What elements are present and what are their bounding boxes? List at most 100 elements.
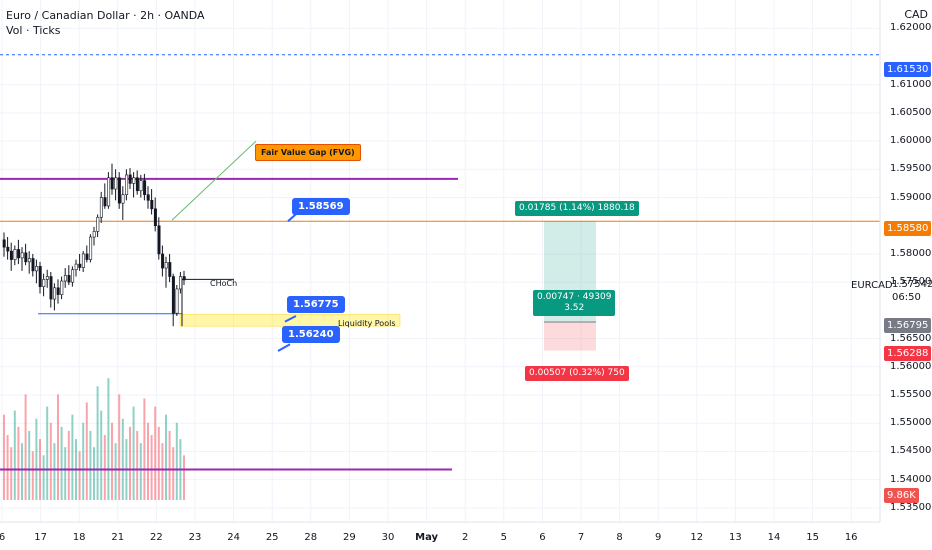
candle-body <box>157 225 161 255</box>
volume-bar <box>13 410 16 500</box>
fvg-label[interactable]: Fair Value Gap (FVG) <box>255 144 361 161</box>
chart-title[interactable]: Euro / Canadian Dollar · 2h · OANDA <box>6 9 205 22</box>
candle-body <box>110 177 114 190</box>
position-stats-line2: 3.52 <box>564 303 585 313</box>
chart-canvas[interactable] <box>0 0 932 550</box>
price-axis-label: 1.62000 <box>890 22 932 34</box>
volume-bar <box>143 398 146 500</box>
volume-bars <box>3 378 185 500</box>
price-axis-label: 1.55500 <box>890 389 932 401</box>
currency-label[interactable]: CAD <box>904 8 928 21</box>
candle-body <box>24 252 28 263</box>
time-axis-label: 9 <box>655 532 662 543</box>
price-axis-label: 1.58000 <box>890 247 932 259</box>
candle-body <box>117 177 121 204</box>
liquidity-pools-label[interactable]: Liquidity Pools <box>338 319 395 328</box>
volume-bar <box>57 394 59 500</box>
volume-bar <box>121 418 124 500</box>
candle-body <box>182 276 186 281</box>
stop-stats: 0.00507 (0.32%) 750 <box>525 366 629 381</box>
volume-bar <box>42 455 45 500</box>
callout-upper-level[interactable]: 1.58569 <box>292 198 350 215</box>
volume-bar <box>6 435 9 500</box>
candle-body <box>2 239 6 248</box>
candle-body <box>42 279 46 287</box>
time-axis-label: 21 <box>111 532 125 543</box>
volume-bar <box>78 451 81 500</box>
callout-low-level[interactable]: 1.56240 <box>282 326 340 343</box>
candle-body <box>53 287 57 300</box>
candle-body <box>125 174 129 195</box>
position-stats: 0.00747 · 49309 3.52 <box>533 290 616 316</box>
time-axis-label: 17 <box>34 532 47 543</box>
volume-bar <box>139 443 142 500</box>
fvg-pointer <box>171 140 257 221</box>
candle-body <box>38 266 42 287</box>
callout-mid-level[interactable]: 1.56775 <box>287 296 345 313</box>
price-axis-label: 1.60500 <box>890 106 932 118</box>
time-axis-label: 18 <box>72 532 86 543</box>
candle-body <box>27 258 31 263</box>
price-axis-label: 1.59500 <box>890 163 932 175</box>
candle-body <box>45 276 49 280</box>
time-axis-label: 5 <box>500 532 507 543</box>
volume-bar <box>100 410 103 500</box>
volume-bar <box>24 394 27 500</box>
candle-body <box>103 197 107 207</box>
volume-bar <box>64 447 67 500</box>
volume-tag: 9.86K <box>884 488 919 503</box>
volume-bar <box>89 430 92 500</box>
candle-body <box>150 200 154 210</box>
candle-body <box>74 263 78 271</box>
price-axis-label: 1.60000 <box>890 135 932 147</box>
volume-bar <box>183 455 185 500</box>
last-price-label: 1.57542 <box>892 279 932 290</box>
candle-body <box>85 253 89 260</box>
volume-bar <box>60 426 63 500</box>
volume-bar <box>49 422 52 500</box>
time-axis-label: 29 <box>343 532 356 543</box>
candle-body <box>143 180 147 195</box>
volume-bar <box>150 435 153 500</box>
position-stats-line1: 0.00747 · 49309 <box>537 292 612 302</box>
volume-bar <box>136 430 139 500</box>
volume-bar <box>67 430 70 500</box>
price-tag-stop: 1.56288 <box>884 346 932 361</box>
countdown-label: 06:50 <box>892 292 921 303</box>
candle-body <box>132 177 136 184</box>
candle-body <box>99 197 103 218</box>
time-axis-label: 28 <box>304 532 318 543</box>
volume-bar <box>147 422 149 500</box>
candle-body <box>71 269 75 283</box>
volume-bar <box>46 406 49 500</box>
candle-body <box>63 275 67 282</box>
price-axis-label: 1.61000 <box>890 78 932 90</box>
candle-body <box>175 288 179 314</box>
candle-body <box>107 177 111 207</box>
candle-body <box>179 276 183 290</box>
candle-body <box>139 180 143 192</box>
candle-body <box>146 194 150 201</box>
candle-body <box>168 262 172 277</box>
price-axis-label: 1.56500 <box>890 332 932 344</box>
volume-bar <box>28 430 31 500</box>
candles <box>2 163 186 327</box>
volume-indicator-label[interactable]: Vol · Ticks <box>6 24 61 37</box>
time-axis-label: 22 <box>150 532 163 543</box>
drawings[interactable] <box>0 54 880 471</box>
candle-body <box>153 208 157 227</box>
candle-body <box>128 174 132 184</box>
volume-bar <box>157 426 160 500</box>
time-axis-label: 23 <box>188 532 202 543</box>
grid <box>0 0 880 522</box>
volume-bar <box>107 378 110 500</box>
volume-bar <box>175 422 178 500</box>
price-tag-current: 1.56795 <box>884 318 932 333</box>
volume-bar <box>85 402 88 500</box>
volume-bar <box>31 451 34 500</box>
candle-body <box>78 263 82 268</box>
choch-label[interactable]: CHoCh <box>210 279 237 288</box>
time-axis-label: 8 <box>616 532 623 543</box>
candle-body <box>13 249 17 260</box>
volume-bar <box>118 394 121 500</box>
